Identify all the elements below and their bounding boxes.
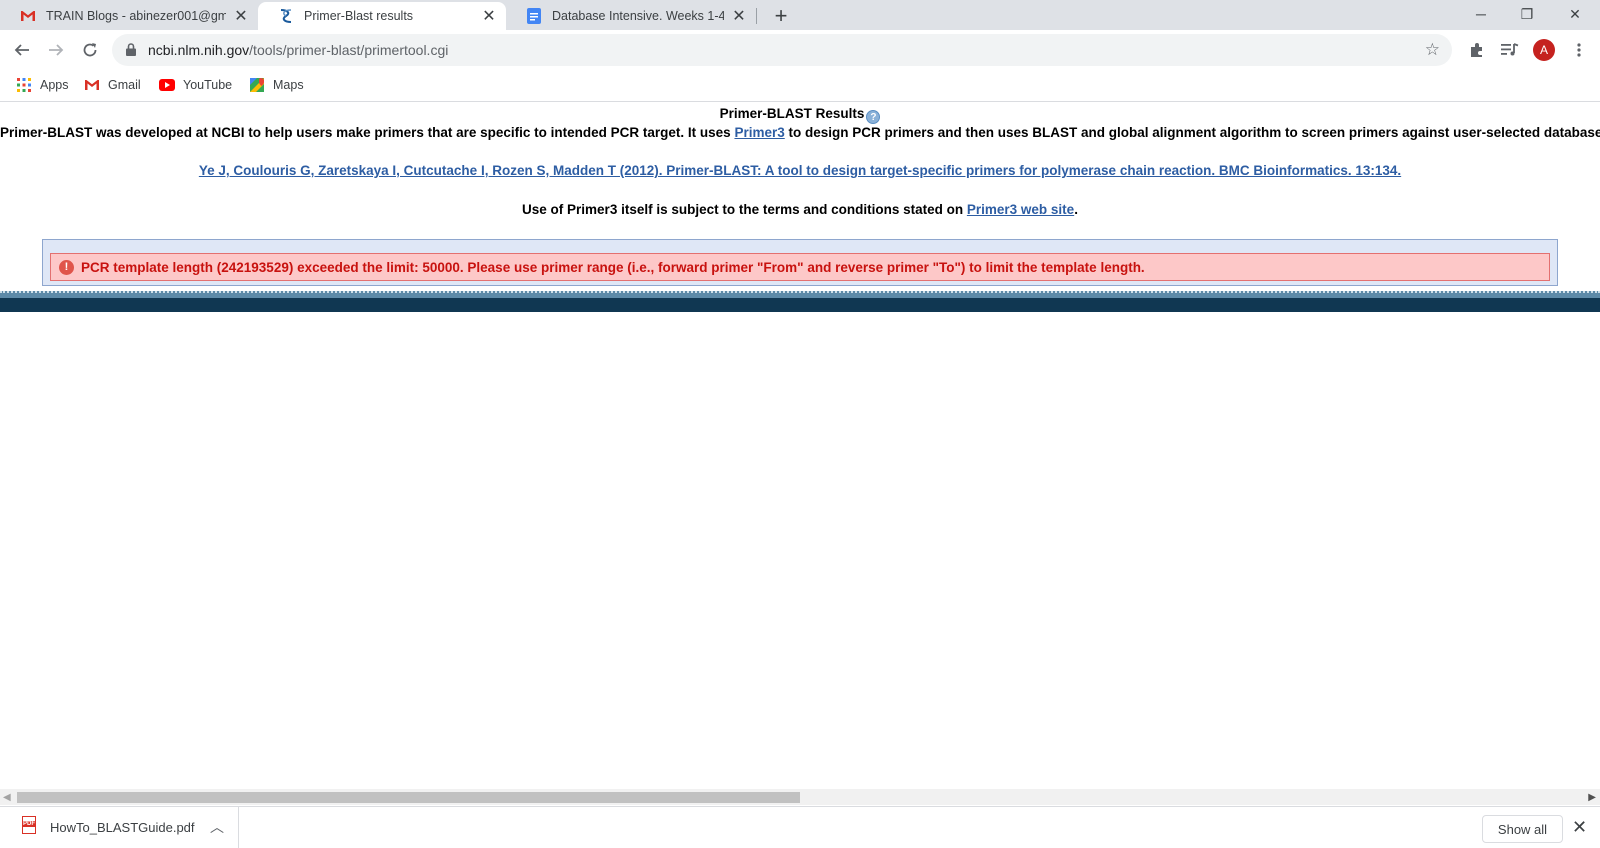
browser-toolbar: ncbi.nlm.nih.gov/tools/primer-blast/prim… (0, 30, 1600, 70)
close-icon[interactable]: ✕ (1572, 817, 1587, 838)
docs-icon (526, 8, 542, 24)
bookmark-gmail[interactable]: Gmail (84, 77, 141, 93)
bookmark-label: Gmail (108, 78, 141, 92)
bookmark-youtube[interactable]: YouTube (159, 77, 232, 93)
scroll-left-icon[interactable]: ◀ (3, 792, 11, 803)
page-content: Primer-BLAST Results? Primer-BLAST was d… (0, 102, 1600, 782)
browser-tab-strip: TRAIN Blogs - abinezer001@gma ✕ Primer-B… (0, 0, 1600, 30)
intro-text-end: to design PCR primers and then uses BLAS… (784, 125, 1600, 140)
citation: Ye J, Coulouris G, Zaretskaya I, Cutcuta… (0, 163, 1600, 178)
error-icon: ! (59, 259, 74, 275)
youtube-icon (159, 77, 175, 93)
bookmark-label: Maps (273, 78, 304, 92)
gmail-icon (84, 77, 100, 93)
bookmark-label: Apps (40, 78, 69, 92)
minimize-icon: ─ (1476, 6, 1486, 22)
tab-close-icon[interactable]: ✕ (232, 7, 250, 25)
results-title-text: Primer-BLAST Results (719, 106, 865, 121)
tab-title: Primer-Blast results (304, 9, 414, 23)
help-icon[interactable]: ? (866, 110, 881, 124)
restore-button[interactable]: ❐ (1504, 0, 1550, 28)
scroll-right-icon[interactable]: ▶ (1588, 792, 1596, 803)
apps-grid-icon (16, 77, 32, 93)
bookmark-star-icon[interactable]: ☆ (1425, 40, 1440, 60)
url-text[interactable]: ncbi.nlm.nih.gov/tools/primer-blast/prim… (148, 42, 448, 58)
show-all-button[interactable]: Show all (1482, 815, 1563, 843)
close-icon: ✕ (1569, 5, 1581, 22)
horizontal-scrollbar[interactable]: ◀ ▶ (0, 789, 1600, 805)
url-path: /tools/primer-blast/primertool.cgi (249, 42, 449, 58)
more-menu-icon[interactable] (1568, 39, 1590, 61)
citation-link[interactable]: Ye J, Coulouris G, Zaretskaya I, Cutcuta… (199, 163, 1401, 178)
profile-avatar[interactable]: A (1533, 39, 1555, 61)
tab-title: Database Intensive. Weeks 1-4_V (552, 9, 724, 23)
terms-period: . (1074, 202, 1078, 217)
reload-button[interactable] (76, 36, 104, 64)
url-host: ncbi.nlm.nih.gov (148, 42, 250, 58)
maps-icon (249, 77, 265, 93)
ncbi-icon (278, 8, 294, 24)
new-tab-button[interactable]: + (768, 3, 794, 29)
error-text: PCR template length (242193529) exceeded… (81, 259, 1145, 275)
back-button[interactable] (8, 36, 36, 64)
chevron-up-icon[interactable]: ︿ (210, 817, 224, 837)
forward-button[interactable] (42, 36, 70, 64)
address-bar[interactable]: ncbi.nlm.nih.gov/tools/primer-blast/prim… (112, 34, 1452, 66)
tab-primer-blast-results[interactable]: Primer-Blast results ✕ (258, 2, 506, 30)
media-control-icon[interactable] (1499, 39, 1521, 61)
tab-close-icon[interactable]: ✕ (480, 7, 498, 25)
error-panel: ! PCR template length (242193529) exceed… (42, 239, 1558, 286)
footer-band-dark (0, 298, 1600, 312)
tab-title: TRAIN Blogs - abinezer001@gma (46, 9, 226, 23)
tab-train-blogs[interactable]: TRAIN Blogs - abinezer001@gma ✕ (0, 2, 258, 30)
gmail-icon (20, 8, 36, 24)
lock-icon (126, 43, 136, 61)
bookmark-label: YouTube (183, 78, 233, 92)
reload-icon (83, 43, 97, 57)
terms-text: Use of Primer3 itself is subject to the … (522, 202, 967, 217)
arrow-left-icon (14, 44, 29, 56)
minimize-button[interactable]: ─ (1458, 0, 1504, 28)
bookmark-apps[interactable]: Apps (16, 77, 69, 93)
error-message: ! PCR template length (242193529) exceed… (50, 253, 1550, 281)
intro-paragraph: Primer-BLAST was developed at NCBI to he… (0, 125, 1600, 140)
page-title: Primer-BLAST Results? (0, 106, 1600, 124)
tab-database-intensive[interactable]: Database Intensive. Weeks 1-4_V ✕ (506, 2, 756, 30)
primer3-website-link[interactable]: Primer3 web site (967, 202, 1074, 217)
terms-notice: Use of Primer3 itself is subject to the … (0, 202, 1600, 217)
download-shelf: PDF HowTo_BLASTGuide.pdf ︿ Show all ✕ (0, 806, 1600, 848)
footer-band-light (0, 291, 1600, 298)
extensions-icon[interactable] (1466, 39, 1488, 61)
download-file-name: HowTo_BLASTGuide.pdf (50, 820, 195, 835)
pdf-file-icon: PDF (22, 816, 36, 834)
intro-text-start: Primer-BLAST was developed at NCBI to he… (0, 125, 735, 140)
restore-icon: ❐ (1520, 5, 1534, 22)
scrollbar-thumb[interactable] (17, 792, 800, 803)
bookmark-maps[interactable]: Maps (249, 77, 304, 93)
window-close-button[interactable]: ✕ (1552, 0, 1598, 28)
download-item[interactable]: PDF HowTo_BLASTGuide.pdf ︿ (0, 807, 239, 848)
arrow-right-icon (49, 44, 64, 56)
bookmarks-bar: Apps Gmail YouTube Maps (0, 70, 1600, 102)
tab-separator (756, 8, 757, 24)
primer3-link[interactable]: Primer3 (734, 125, 784, 140)
tab-close-icon[interactable]: ✕ (730, 7, 748, 25)
